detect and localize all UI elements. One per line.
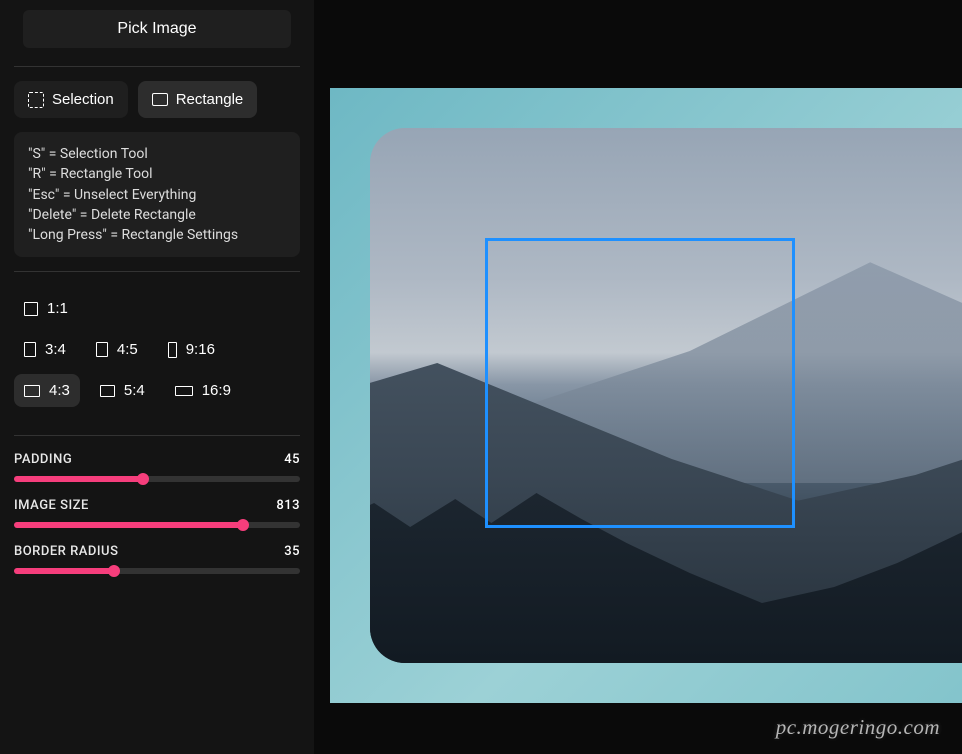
ratio-portrait-icon <box>96 342 108 357</box>
ratio-tall-icon <box>168 342 177 358</box>
ratio-label: 4:3 <box>49 382 70 399</box>
border-radius-slider-group: BORDER RADIUS 35 <box>14 544 300 574</box>
ratio-label: 5:4 <box>124 382 145 399</box>
keyboard-hints: "S" = Selection Tool "R" = Rectangle Too… <box>14 132 300 257</box>
selection-tool-button[interactable]: Selection <box>14 81 128 118</box>
rectangle-tool-button[interactable]: Rectangle <box>138 81 258 118</box>
ratio-4-5-button[interactable]: 4:5 <box>86 333 148 366</box>
rectangle-tool-label: Rectangle <box>176 91 244 108</box>
image-content[interactable] <box>370 128 962 663</box>
ratio-label: 1:1 <box>47 300 68 317</box>
pick-image-button[interactable]: Pick Image <box>23 10 291 48</box>
canvas-area[interactable]: pc.mogeringo.com <box>314 0 962 754</box>
selection-tool-label: Selection <box>52 91 114 108</box>
rectangle-icon <box>152 93 168 106</box>
divider <box>14 66 300 67</box>
slider-thumb[interactable] <box>237 519 249 531</box>
ratio-9-16-button[interactable]: 9:16 <box>158 333 225 366</box>
slider-fill <box>14 476 143 482</box>
aspect-ratio-grid: 1:1 3:4 4:5 9:16 4:3 5:4 <box>14 286 300 421</box>
ratio-4-3-button[interactable]: 4:3 <box>14 374 80 407</box>
ratio-5-4-button[interactable]: 5:4 <box>90 374 155 407</box>
tool-row: Selection Rectangle <box>14 81 300 118</box>
ratio-square-icon <box>24 302 38 316</box>
ratio-portrait-icon <box>24 342 36 357</box>
hint-line: "Esc" = Unselect Everything <box>28 185 286 205</box>
ratio-label: 9:16 <box>186 341 215 358</box>
watermark-text: pc.mogeringo.com <box>776 715 940 740</box>
hint-line: "Long Press" = Rectangle Settings <box>28 225 286 245</box>
border-radius-label: BORDER RADIUS <box>14 544 118 559</box>
padding-slider[interactable] <box>14 476 300 482</box>
image-size-slider[interactable] <box>14 522 300 528</box>
image-size-slider-group: IMAGE SIZE 813 <box>14 498 300 528</box>
slider-thumb[interactable] <box>108 565 120 577</box>
divider <box>14 271 300 272</box>
image-size-value: 813 <box>276 498 300 513</box>
ratio-landscape-icon <box>100 385 115 397</box>
ratio-1-1-button[interactable]: 1:1 <box>14 292 78 325</box>
ratio-16-9-button[interactable]: 16:9 <box>165 374 241 407</box>
hint-line: "S" = Selection Tool <box>28 144 286 164</box>
ratio-label: 3:4 <box>45 341 66 358</box>
padding-value: 45 <box>284 452 300 467</box>
slider-fill <box>14 522 243 528</box>
border-radius-slider[interactable] <box>14 568 300 574</box>
hint-line: "R" = Rectangle Tool <box>28 164 286 184</box>
hint-line: "Delete" = Delete Rectangle <box>28 205 286 225</box>
slider-fill <box>14 568 114 574</box>
divider <box>14 435 300 436</box>
selection-rectangle[interactable] <box>485 238 795 528</box>
sidebar: Pick Image Selection Rectangle "S" = Sel… <box>0 0 314 754</box>
ratio-label: 4:5 <box>117 341 138 358</box>
ratio-label: 16:9 <box>202 382 231 399</box>
padding-slider-group: PADDING 45 <box>14 452 300 482</box>
image-frame <box>330 88 962 703</box>
ratio-wide-icon <box>175 386 193 396</box>
selection-icon <box>28 92 44 108</box>
ratio-3-4-button[interactable]: 3:4 <box>14 333 76 366</box>
padding-label: PADDING <box>14 452 72 467</box>
border-radius-value: 35 <box>284 544 300 559</box>
slider-thumb[interactable] <box>137 473 149 485</box>
image-size-label: IMAGE SIZE <box>14 498 89 513</box>
ratio-landscape-icon <box>24 385 40 397</box>
